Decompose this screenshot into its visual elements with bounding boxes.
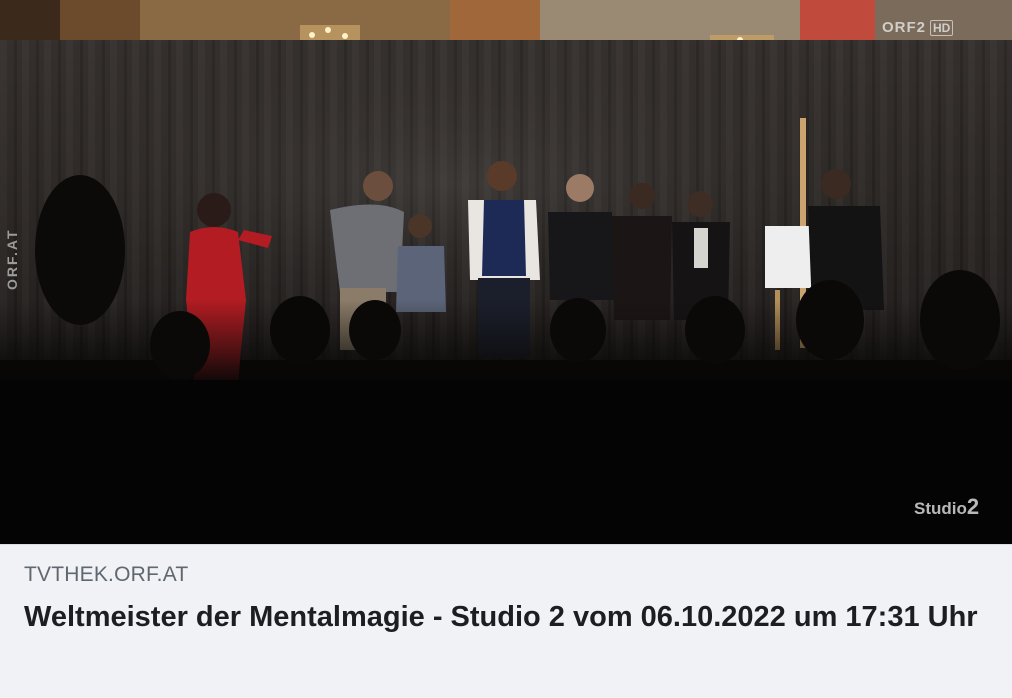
hd-badge: HD [930,19,954,36]
link-title[interactable]: Weltmeister der Mentalmagie - Studio 2 v… [24,597,984,638]
studio2-logo-text: Studio [914,499,967,518]
link-preview-meta[interactable]: TVTHEK.ORF.AT Weltmeister der Mentalmagi… [0,544,1012,698]
video-thumbnail[interactable]: ORF2 HD ORF.AT Studio2 [0,0,1012,544]
studio2-logo: Studio2 [914,494,979,520]
stage-scene [0,0,1012,544]
link-preview-card[interactable]: ORF2 HD ORF.AT Studio2 TVTHEK.ORF.AT Wel… [0,0,1012,698]
link-domain: TVTHEK.ORF.AT [24,563,189,586]
orf-at-watermark: ORF.AT [4,228,20,290]
orf2-channel-logo: ORF2 [882,19,927,36]
studio2-logo-number: 2 [966,494,980,519]
orf2-hd-logo: ORF2 HD [882,19,954,36]
